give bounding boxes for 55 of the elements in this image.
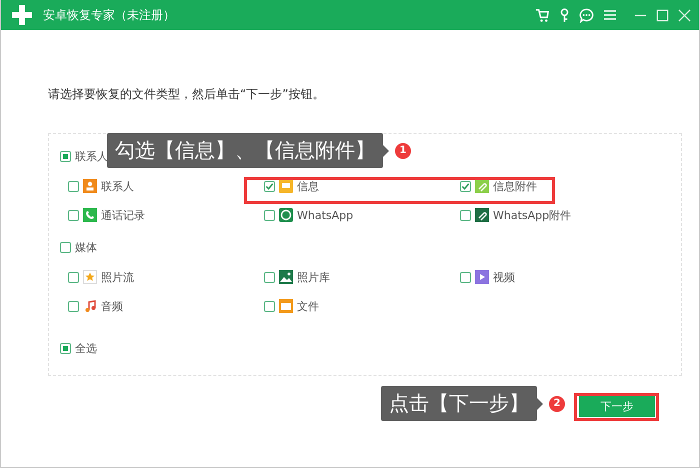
- checkbox[interactable]: [68, 300, 79, 312]
- chat-icon[interactable]: [579, 8, 594, 22]
- checkbox[interactable]: [68, 180, 79, 192]
- checkbox[interactable]: [60, 150, 71, 162]
- file-type-label: WhatsApp: [297, 208, 354, 222]
- file-type-label: 通话记录: [101, 208, 145, 222]
- menu-icon[interactable]: [603, 8, 617, 22]
- play-icon: [475, 270, 489, 284]
- paperclip-icon: [475, 208, 489, 222]
- file-type-label: 信息附件: [493, 178, 537, 194]
- file-type-label: 音频: [101, 298, 123, 314]
- checkbox[interactable]: [60, 342, 71, 354]
- file-type-label: 信息: [297, 178, 319, 194]
- checkbox[interactable]: [264, 300, 275, 312]
- checkbox[interactable]: [460, 272, 471, 282]
- file-type-label: 照片流: [101, 270, 134, 284]
- select-all-label: 全选: [75, 340, 97, 356]
- callout-pointer: [537, 398, 543, 410]
- chat-bubble-icon: [279, 208, 293, 222]
- maximize-icon[interactable]: [656, 8, 669, 22]
- callout-text: 点击【下一步】: [381, 386, 537, 421]
- file-type-label: 文件: [297, 298, 319, 314]
- checkbox[interactable]: [68, 272, 79, 282]
- message-icon: [279, 179, 293, 193]
- file-type-label: 视频: [493, 270, 515, 284]
- window-title: 安卓恢复专家（未注册）: [43, 6, 175, 24]
- image-icon: [279, 270, 293, 284]
- star-icon: [83, 270, 97, 284]
- step-number-badge: 1: [395, 142, 411, 158]
- phone-icon: [83, 208, 97, 222]
- cross-logo-icon: [11, 4, 33, 26]
- key-icon[interactable]: [559, 8, 570, 22]
- folder-icon: [279, 299, 293, 313]
- checkbox[interactable]: [264, 210, 275, 220]
- checkbox[interactable]: [60, 242, 71, 252]
- close-icon[interactable]: [678, 8, 691, 22]
- music-note-icon: [83, 299, 97, 313]
- checkbox[interactable]: [460, 210, 471, 220]
- contact-card-icon: [83, 179, 97, 193]
- file-type-label: 联系人: [101, 178, 134, 194]
- group-label: 联系人: [75, 148, 108, 164]
- cart-icon[interactable]: [535, 8, 550, 22]
- paperclip-icon: [475, 179, 489, 193]
- checkbox[interactable]: [264, 180, 275, 192]
- group-label: 媒体: [75, 240, 97, 254]
- checkbox[interactable]: [460, 180, 471, 192]
- checkbox[interactable]: [68, 210, 79, 220]
- instruction-text: 请选择要恢复的文件类型，然后单击“下一步”按钮。: [48, 86, 326, 103]
- file-type-label: WhatsApp附件: [493, 208, 572, 222]
- next-button[interactable]: 下一步: [579, 395, 655, 417]
- checkbox[interactable]: [264, 272, 275, 282]
- callout-pointer: [383, 144, 389, 156]
- step-number-badge: 2: [549, 396, 565, 412]
- callout-text: 勾选【信息】、【信息附件】: [107, 133, 383, 168]
- file-type-label: 照片库: [297, 270, 330, 284]
